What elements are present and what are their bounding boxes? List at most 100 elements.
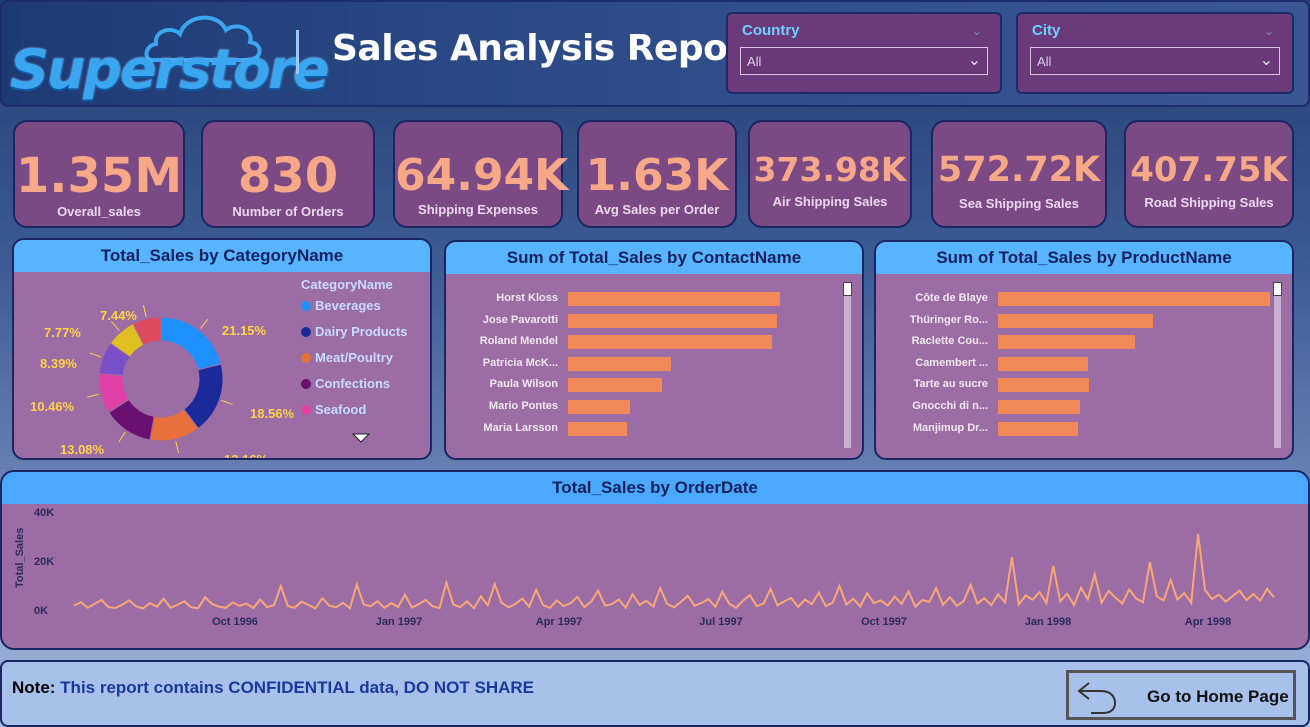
bar[interactable] [568, 292, 780, 306]
footer-bar: Note: This report contains CONFIDENTIAL … [0, 660, 1310, 727]
kpi-value: 407.75K [1130, 150, 1288, 190]
kpi-sea-shipping-sales: 572.72K Sea Shipping Sales [931, 120, 1107, 228]
chart-title: Sum of Total_Sales by ProductName [876, 242, 1292, 274]
kpi-overall-sales: 1.35M Overall_sales [13, 120, 185, 228]
bar[interactable] [568, 313, 777, 328]
bar-category-label: Patricia McK... [482, 356, 558, 369]
city-slicer[interactable]: City ⌄ All ⌄ [1016, 12, 1294, 94]
donut-leader-line [200, 318, 209, 329]
bar[interactable] [568, 400, 630, 414]
note-text: This report contains CONFIDENTIAL data, … [55, 678, 535, 697]
donut-percent-label: 10.46% [30, 399, 75, 414]
x-tick-label: Apr 1997 [536, 616, 582, 628]
kpi-label: Air Shipping Sales [772, 194, 888, 209]
donut-slices [98, 316, 224, 442]
donut-percent-label: 18.56% [250, 406, 295, 421]
bar-category-label: Gnocchi di n... [912, 400, 988, 412]
chevron-down-icon[interactable]: ⌄ [972, 24, 982, 38]
bar[interactable] [568, 335, 773, 350]
bar-category-label: Jose Pavarotti [482, 313, 558, 326]
bar-category-label: Côte de Blaye [915, 292, 988, 304]
go-home-button[interactable]: Go to Home Page [1066, 670, 1296, 720]
kpi-value: 830 [237, 148, 339, 204]
confidential-note: Note: This report contains CONFIDENTIAL … [12, 678, 534, 698]
bar-category-label: Thüringer Ro... [909, 313, 988, 326]
legend-scroll-down-icon[interactable] [352, 433, 370, 443]
chart-title: Total_Sales by CategoryName [14, 240, 430, 272]
legend-item-dairy-products[interactable]: Dairy Products [301, 324, 407, 339]
legend-label: Meat/Poultry [315, 350, 394, 365]
legend-title: CategoryName [301, 277, 393, 292]
city-dropdown[interactable]: All ⌄ [1030, 47, 1280, 75]
donut-percent-label: 13.08% [60, 442, 105, 457]
legend-item-seafood[interactable]: Seafood [301, 402, 366, 417]
scrollbar[interactable] [844, 282, 851, 448]
logo-text: Superstore [10, 38, 330, 101]
legend-dot [301, 301, 311, 311]
y-tick-label: 0K [34, 605, 48, 617]
x-tick-label: Oct 1997 [861, 616, 907, 628]
bar[interactable] [998, 421, 1079, 436]
kpi-air-shipping-sales: 373.98K Air Shipping Sales [748, 120, 912, 228]
page-title: Sales Analysis Report [332, 28, 762, 69]
bar-category-label: Raclette Cou... [911, 335, 988, 348]
x-tick-label: Oct 1996 [212, 616, 258, 628]
orderdate-line-panel: Total_Sales by OrderDate 0K 20K 40K Total_S… [0, 470, 1310, 650]
legend-label: Confections [315, 376, 391, 391]
legend-dot [301, 379, 311, 389]
chart-title: Total_Sales by OrderDate [2, 472, 1308, 504]
kpi-label: Shipping Expenses [418, 202, 538, 217]
bar-category-label: Manjimup Dr... [912, 421, 988, 434]
city-slicer-label: City [1032, 22, 1061, 39]
donut-leader-line [175, 441, 180, 454]
kpi-label: Number of Orders [232, 204, 344, 219]
legend-item-confections[interactable]: Confections [301, 376, 390, 391]
go-home-label: Go to Home Page [1147, 687, 1289, 706]
bar-category-label: Mario Pontes [488, 400, 558, 412]
country-slicer[interactable]: Country ⌄ All ⌄ [726, 12, 1002, 94]
kpi-avg-sales-per-order: 1.63K Avg Sales per Order [577, 120, 737, 228]
legend-item-meat-poultry[interactable]: Meat/Poultry [301, 350, 393, 365]
bar[interactable] [998, 378, 1089, 393]
bar[interactable] [998, 400, 1080, 414]
bar[interactable] [568, 378, 663, 393]
donut-leader-line [89, 352, 102, 358]
bar[interactable] [998, 356, 1089, 371]
bar[interactable] [568, 421, 627, 436]
donut-percent-label: 7.44% [100, 308, 137, 323]
kpi-value: 64.94K [395, 150, 569, 201]
donut-percent-label: 7.77% [44, 325, 81, 340]
kpi-label: Overall_sales [57, 204, 141, 219]
bar[interactable] [568, 356, 672, 371]
scrollbar-thumb[interactable] [843, 282, 852, 296]
bar[interactable] [998, 335, 1135, 350]
donut-leader-line [142, 304, 147, 317]
line-chart: 0K 20K 40K Total_Sales Oct 1996 Jan 1997 Apr 1… [14, 507, 1275, 628]
donut-chart: 21.15% 18.56% 13.16% 13.08% 10.46% 8.39% 7.77%… [30, 304, 295, 458]
y-tick-label: 20K [34, 556, 54, 568]
bar[interactable] [998, 313, 1153, 328]
kpi-label: Sea Shipping Sales [959, 196, 1079, 211]
y-tick-label: 40K [34, 507, 54, 519]
chevron-down-icon: ⌄ [1259, 52, 1273, 69]
bar[interactable] [998, 292, 1270, 306]
legend-item-beverages[interactable]: Beverages [301, 298, 381, 313]
scrollbar[interactable] [1274, 282, 1281, 448]
bar-category-label: Paula Wilson [489, 378, 558, 391]
country-slicer-label: Country [742, 22, 800, 39]
chevron-down-icon[interactable]: ⌄ [1264, 24, 1274, 38]
legend-dot [301, 353, 311, 363]
donut-percent-label: 21.15% [222, 323, 267, 338]
legend-dot [301, 327, 311, 337]
sales-line-series[interactable] [73, 533, 1275, 611]
bar-category-label: Tarte au sucre [913, 378, 988, 391]
country-dropdown[interactable]: All ⌄ [740, 47, 988, 75]
header-divider [296, 30, 299, 74]
scrollbar-thumb[interactable] [1273, 282, 1282, 296]
bar-category-label: Roland Mendel [479, 335, 558, 348]
note-prefix: Note: [12, 678, 56, 697]
chevron-down-icon: ⌄ [967, 52, 981, 69]
product-bar-panel: Sum of Total_Sales by ProductName Côte d… [874, 240, 1294, 460]
donut-slice-beverages[interactable] [160, 316, 222, 371]
x-tick-label: Jan 1998 [1025, 616, 1071, 628]
